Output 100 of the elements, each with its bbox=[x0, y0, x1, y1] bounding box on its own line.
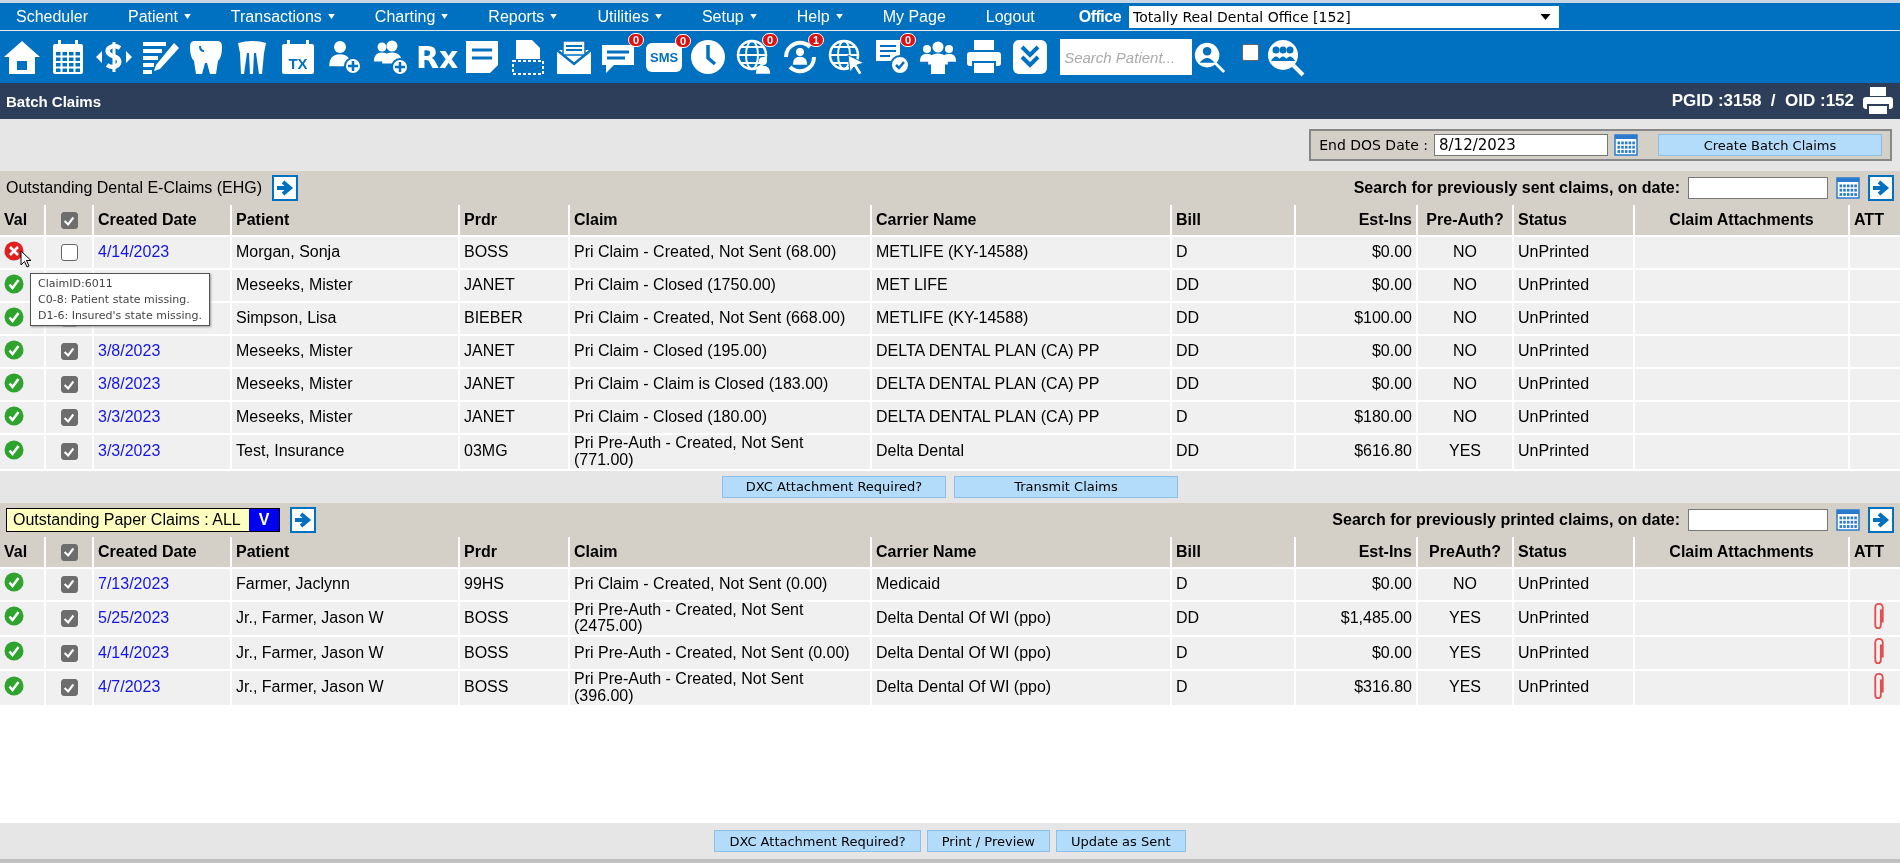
checkbox[interactable] bbox=[60, 212, 78, 230]
dropdown-caret-icon[interactable] bbox=[1540, 13, 1552, 20]
table-cell: BOSS bbox=[464, 609, 509, 626]
table-cell: D bbox=[1176, 574, 1188, 592]
table-cell: Simpson, Lisa bbox=[236, 309, 337, 327]
calendar-icon[interactable] bbox=[1836, 507, 1860, 532]
action-button[interactable]: DXC Attachment Required? bbox=[722, 475, 946, 498]
filter-toggle-button[interactable]: V bbox=[248, 508, 280, 531]
claims-filter-dropdown[interactable]: Outstanding Paper Claims : ALL V bbox=[6, 507, 281, 532]
table-cell: DD bbox=[1176, 609, 1200, 626]
table-cell: Jr., Farmer, Jason W bbox=[236, 609, 384, 626]
table-cell: Test, Insurance bbox=[236, 442, 345, 460]
column-header: Created Date bbox=[98, 211, 197, 228]
checkbox[interactable] bbox=[60, 644, 78, 662]
page-title: Batch Claims bbox=[6, 92, 102, 110]
table-cell: D bbox=[1176, 243, 1188, 261]
menu-item[interactable]: Charting bbox=[358, 7, 473, 26]
table-cell: METLIFE (KY-14588) bbox=[876, 309, 1029, 327]
table-cell: Pri Pre-Auth - Created, Not Sent (0.00) bbox=[574, 643, 850, 661]
go-arrow-button[interactable] bbox=[272, 175, 299, 201]
checkbox[interactable] bbox=[60, 543, 78, 561]
table-cell: $616.80 bbox=[1354, 442, 1412, 460]
table-cell: BOSS bbox=[464, 678, 509, 696]
paperclip-icon[interactable] bbox=[1872, 637, 1885, 666]
table-cell: MET LIFE bbox=[876, 276, 948, 294]
table-cell: JANET bbox=[464, 342, 515, 360]
checkbox[interactable] bbox=[60, 610, 78, 627]
table-cell: $0.00 bbox=[1371, 643, 1412, 661]
caret-icon bbox=[183, 14, 191, 19]
table-cell: UnPrinted bbox=[1518, 574, 1590, 592]
table-cell: Morgan, Sonja bbox=[236, 243, 341, 261]
action-button[interactable]: Transmit Claims bbox=[954, 475, 1178, 498]
search-field[interactable]: Search Patient... bbox=[1060, 39, 1193, 75]
table-cell: 99HS bbox=[464, 574, 505, 592]
column-header: Bill bbox=[1176, 211, 1201, 228]
table-cell: METLIFE (KY-14588) bbox=[876, 243, 1029, 261]
search-person-icon[interactable] bbox=[1192, 40, 1227, 74]
table-cell: Pri Claim - Closed (1750.00) bbox=[574, 276, 776, 294]
table-cell: UnPrinted bbox=[1518, 276, 1590, 294]
go-arrow-button[interactable] bbox=[290, 506, 317, 533]
table-cell: DD bbox=[1176, 342, 1200, 360]
column-header: ATT bbox=[1854, 211, 1884, 228]
date-field[interactable] bbox=[1688, 177, 1828, 199]
calendar-icon[interactable] bbox=[1614, 133, 1638, 157]
table-cell: $1,485.00 bbox=[1340, 609, 1412, 626]
badge-count: 1 bbox=[808, 33, 825, 47]
create-batch-claims-button[interactable]: Create Batch Claims bbox=[1658, 134, 1882, 156]
badge-count: 0 bbox=[627, 33, 644, 47]
action-button[interactable]: Print / Preview bbox=[926, 830, 1050, 852]
menu-item[interactable]: Logout bbox=[969, 7, 1059, 26]
tooltip-line: D1-6: Insured's state missing. bbox=[38, 309, 202, 322]
menu-item[interactable]: My Page bbox=[866, 7, 970, 26]
table-cell: NO bbox=[1453, 375, 1477, 393]
table-cell: Meseeks, Mister bbox=[236, 342, 353, 360]
date-field[interactable] bbox=[1688, 508, 1828, 531]
menu-item[interactable]: Setup bbox=[685, 7, 781, 26]
office-select[interactable]: Totally Real Dental Office [152] bbox=[1129, 5, 1560, 28]
table-cell: NO bbox=[1453, 309, 1477, 327]
end-dos-label: End DOS Date : bbox=[1319, 137, 1428, 153]
menu-item[interactable]: Utilities bbox=[581, 7, 686, 26]
checkbox[interactable] bbox=[60, 244, 78, 262]
action-button[interactable]: Update as Sent bbox=[1055, 830, 1186, 852]
table-cell: BOSS bbox=[464, 643, 509, 661]
checkbox[interactable] bbox=[1242, 43, 1260, 61]
checkbox[interactable] bbox=[60, 443, 78, 461]
table-cell: Meseeks, Mister bbox=[236, 276, 353, 294]
paperclip-icon[interactable] bbox=[1872, 602, 1885, 631]
go-arrow-button[interactable] bbox=[1868, 175, 1894, 201]
checkbox[interactable] bbox=[60, 409, 78, 427]
checkbox[interactable] bbox=[60, 343, 78, 361]
paperclip-icon[interactable] bbox=[1872, 671, 1885, 700]
table-cell: UnPrinted bbox=[1518, 375, 1590, 393]
table-cell: $316.80 bbox=[1354, 678, 1412, 696]
column-header: Carrier Name bbox=[876, 542, 977, 560]
badge-count: 0 bbox=[762, 33, 779, 47]
column-header: Patient bbox=[236, 211, 290, 228]
checkbox[interactable] bbox=[60, 376, 78, 394]
action-button[interactable]: DXC Attachment Required? bbox=[714, 830, 921, 852]
menu-item[interactable]: Help bbox=[780, 7, 867, 26]
table-cell: $0.00 bbox=[1371, 375, 1412, 393]
table-cell: DD bbox=[1176, 309, 1200, 327]
calendar-icon[interactable] bbox=[1836, 176, 1860, 200]
menu-item[interactable]: Patient bbox=[112, 7, 215, 26]
menu-item[interactable]: Scheduler bbox=[0, 7, 113, 26]
rx-icon[interactable]: Rx bbox=[416, 39, 456, 75]
group-search-icon[interactable] bbox=[1265, 37, 1306, 77]
mouse-cursor-icon bbox=[20, 250, 32, 268]
table-cell: BOSS bbox=[464, 243, 509, 261]
date-field[interactable]: 8/12/2023 bbox=[1434, 134, 1608, 156]
checkbox[interactable] bbox=[60, 575, 78, 593]
caret-icon bbox=[654, 14, 662, 19]
table-cell: Farmer, Jaclynn bbox=[236, 574, 350, 592]
table-cell: Pri Pre-Auth - Created, Not Sent (771.00) bbox=[574, 434, 804, 468]
printer-icon[interactable] bbox=[1862, 86, 1894, 116]
go-arrow-button[interactable] bbox=[1868, 506, 1894, 533]
menu-item[interactable]: Transactions bbox=[214, 7, 359, 26]
table-cell: UnPrinted bbox=[1518, 342, 1590, 360]
menu-item[interactable]: Reports bbox=[472, 7, 582, 26]
checkbox[interactable] bbox=[60, 679, 78, 697]
globe-cursor-icon[interactable] bbox=[826, 37, 867, 77]
